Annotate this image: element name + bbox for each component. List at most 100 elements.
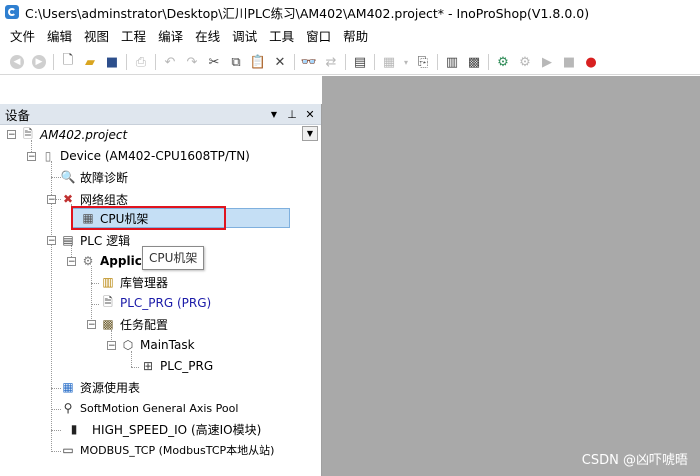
- tree-item-high-speed-io[interactable]: ▮ HIGH_SPEED_IO (高速IO模块): [66, 419, 262, 439]
- tree-item-label: 网络组态: [80, 192, 129, 207]
- select-all-icon[interactable]: ▤: [351, 53, 369, 71]
- panel-menu-icon[interactable]: ▼: [267, 110, 281, 119]
- close-icon[interactable]: ✕: [303, 108, 317, 121]
- tree-item-label: Device (AM402-CPU1608TP/TN): [60, 149, 250, 163]
- run-icon[interactable]: ▶: [538, 53, 556, 71]
- toolbar-separator: [53, 54, 54, 70]
- tree-item-device[interactable]: ▯ Device (AM402-CPU1608TP/TN): [40, 146, 250, 166]
- tree-item-label: MainTask: [140, 338, 195, 352]
- toolbar-separator: [437, 54, 438, 70]
- tree-item-softmotion[interactable]: ⚲ SoftMotion General Axis Pool: [60, 398, 239, 418]
- toolbar-separator: [374, 54, 375, 70]
- undo-icon[interactable]: ↶: [161, 53, 179, 71]
- forward-icon[interactable]: ▶: [30, 53, 48, 71]
- grid-icon[interactable]: ▦: [380, 53, 398, 71]
- program-file-icon: 🗎: [103, 294, 113, 309]
- io-module-icon: ▮: [70, 422, 78, 436]
- copy-icon[interactable]: ⧉: [227, 53, 245, 71]
- menu-window[interactable]: 窗口: [300, 26, 337, 48]
- tree-item-modbus-tcp[interactable]: ▭ MODBUS_TCP (ModbusTCP本地从站): [60, 440, 274, 460]
- tree-item-label: MODBUS_TCP (ModbusTCP本地从站): [80, 444, 275, 457]
- tree-item-label: SoftMotion General Axis Pool: [80, 401, 239, 415]
- tree-item-label: PLC_PRG (PRG): [120, 296, 212, 310]
- tree-item-library-manager[interactable]: ▥ 库管理器: [100, 272, 168, 292]
- library-books-icon: ▥: [102, 275, 114, 289]
- menu-view[interactable]: 视图: [78, 26, 115, 48]
- tree-item-label: 任务配置: [120, 317, 169, 332]
- app-icon: [5, 5, 19, 19]
- tree-item-diagnostics[interactable]: 🔍 故障诊断: [60, 167, 129, 187]
- delete-icon[interactable]: ✕: [271, 53, 289, 71]
- breakpoint-icon[interactable]: ●: [582, 53, 600, 71]
- menu-online[interactable]: 在线: [189, 26, 226, 48]
- project-icon: 🗎: [23, 126, 33, 141]
- axis-pool-icon: ⚲: [63, 401, 73, 415]
- tooltip: CPU机架: [142, 246, 205, 270]
- print-icon[interactable]: ⎙: [132, 53, 150, 71]
- tree-item-plc-prg[interactable]: 🗎 PLC_PRG (PRG): [100, 293, 211, 313]
- toolbar-separator: [126, 54, 127, 70]
- save-icon[interactable]: ■: [103, 53, 121, 71]
- tree-item-label: AM402.project: [40, 128, 128, 142]
- new-file-icon[interactable]: 🗋: [59, 53, 77, 71]
- tree-item-label: HIGH_SPEED_IO (高速IO模块): [92, 422, 262, 437]
- paste-icon[interactable]: 📋: [249, 53, 267, 71]
- stop-icon[interactable]: ■: [560, 53, 578, 71]
- menu-debug[interactable]: 调试: [226, 26, 263, 48]
- export-icon[interactable]: ⎘: [414, 53, 432, 71]
- menu-project[interactable]: 工程: [115, 26, 152, 48]
- main-toolbar: ◀ ▶ 🗋 ▰ ■ ⎙ ↶ ↷ ✂ ⧉ 📋 ✕ 👓 ⇄ ▤ ▦ ▾ ⎘ ▥ ▩ …: [0, 50, 700, 75]
- menu-edit[interactable]: 编辑: [41, 26, 78, 48]
- collapse-toggle[interactable]: −: [7, 130, 16, 140]
- application-gear-icon: ⚙: [82, 254, 94, 268]
- window-title: C:\Users\adminstrator\Desktop\汇川PLC练习\AM…: [25, 5, 590, 21]
- tree-item-main-task[interactable]: ⬡ MainTask: [120, 335, 195, 355]
- logout-icon[interactable]: ⚙: [516, 53, 534, 71]
- dropdown-small-icon[interactable]: ▾: [402, 53, 410, 71]
- menu-build[interactable]: 编译: [152, 26, 189, 48]
- tree-item-application[interactable]: ⚙ Applica: [80, 251, 150, 271]
- tree-item-plc-prg-call[interactable]: ⊞ PLC_PRG: [140, 356, 213, 376]
- tree-item-plc-logic[interactable]: ▤ PLC 逻辑: [60, 230, 130, 250]
- collapse-toggle[interactable]: −: [87, 320, 96, 330]
- tree-item-project[interactable]: 🗎 AM402.project: [20, 125, 127, 145]
- plc-logic-icon: ▤: [62, 233, 74, 247]
- toolbar-separator: [155, 54, 156, 70]
- devices-panel-header: 设备 ▼ ⊥ ✕: [0, 104, 321, 125]
- collapse-toggle[interactable]: −: [67, 257, 76, 267]
- network-config-icon: ✖: [62, 192, 74, 206]
- tree-item-label: 故障诊断: [80, 170, 129, 185]
- tree-dropdown-button[interactable]: ▼: [302, 126, 318, 141]
- login-icon[interactable]: ⚙: [494, 53, 512, 71]
- tree-item-label: PLC_PRG: [160, 359, 214, 373]
- replace-icon[interactable]: ⇄: [322, 53, 340, 71]
- tree-item-label: 库管理器: [120, 275, 169, 290]
- task-icon: ⬡: [122, 338, 134, 352]
- menu-help[interactable]: 帮助: [337, 26, 374, 48]
- rebuild-icon[interactable]: ▩: [465, 53, 483, 71]
- program-call-icon: ⊞: [142, 359, 154, 373]
- editor-workspace: CSDN @凶吓唬晤: [322, 76, 700, 476]
- toolbar-separator: [488, 54, 489, 70]
- menu-file[interactable]: 文件: [0, 26, 41, 48]
- back-icon[interactable]: ◀: [8, 53, 26, 71]
- menu-tools[interactable]: 工具: [263, 26, 300, 48]
- tree-item-task-config[interactable]: ▩ 任务配置: [100, 314, 168, 334]
- tree-item-label: 资源使用表: [80, 380, 141, 395]
- collapse-toggle[interactable]: −: [47, 195, 56, 205]
- collapse-toggle[interactable]: −: [47, 236, 56, 246]
- build-icon[interactable]: ▥: [443, 53, 461, 71]
- table-icon: ▦: [62, 380, 74, 394]
- tree-item-resource-usage[interactable]: ▦ 资源使用表: [60, 377, 140, 397]
- annotation-highlight-box: [71, 206, 226, 230]
- task-config-icon: ▩: [102, 317, 114, 331]
- menu-bar: 文件 编辑 视图 工程 编译 在线 调试 工具 窗口 帮助: [0, 26, 700, 48]
- collapse-toggle[interactable]: −: [27, 152, 36, 162]
- open-folder-icon[interactable]: ▰: [81, 53, 99, 71]
- collapse-toggle[interactable]: −: [107, 341, 116, 351]
- plc-device-icon: ▯: [44, 149, 52, 163]
- cut-icon[interactable]: ✂: [205, 53, 223, 71]
- find-icon[interactable]: 👓: [300, 53, 318, 71]
- pin-icon[interactable]: ⊥: [285, 108, 299, 121]
- redo-icon[interactable]: ↷: [183, 53, 201, 71]
